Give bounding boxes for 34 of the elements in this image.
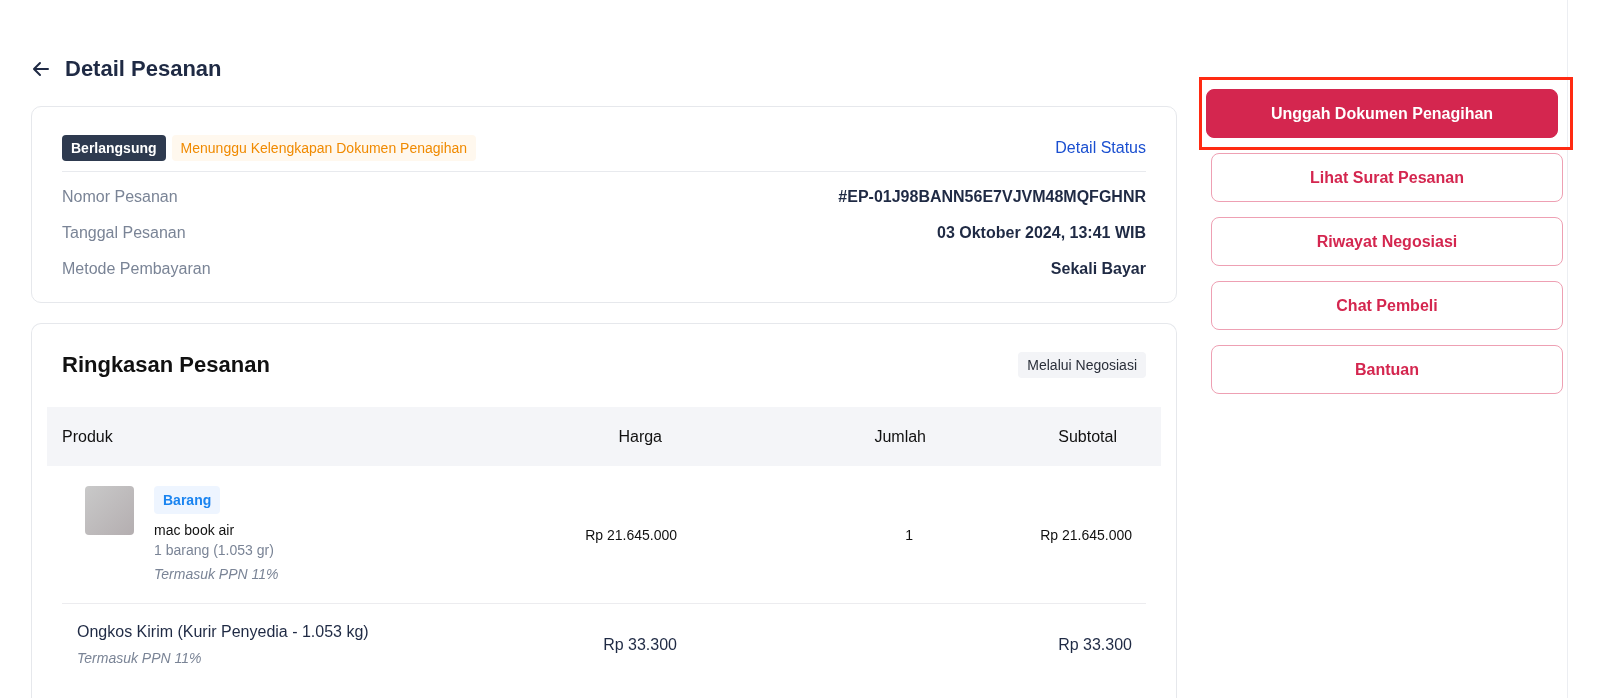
table-cell: 1	[905, 526, 913, 543]
tax-note: Termasuk PPN 11%	[77, 649, 202, 668]
column-header: Subtotal	[1057, 427, 1117, 447]
photo-placeholder	[85, 485, 134, 535]
column-header: Jumlah	[873, 427, 926, 447]
product-name: mac book air	[154, 520, 235, 540]
detail-status-link[interactable]: Detail Status	[1055, 139, 1146, 157]
table-cell: Rp 33.300	[603, 636, 677, 653]
action-button[interactable]: Lihat Surat Pesanan	[1211, 153, 1563, 202]
field-value: #EP-01J98BANN56E7VJVM48MQFGHNR	[838, 187, 1146, 207]
back-arrow-icon[interactable]	[31, 59, 51, 79]
upload-button[interactable]: Unggah Dokumen Penagihan	[1206, 89, 1558, 138]
field-label: Nomor Pesanan	[62, 187, 178, 207]
action-button[interactable]: Riwayat Negosiasi	[1211, 217, 1563, 266]
action-button[interactable]: Bantuan	[1211, 345, 1563, 394]
section-title: Ringkasan Pesanan	[62, 352, 270, 378]
field-label: Metode Pembayaran	[62, 259, 211, 279]
page-title: Detail Pesanan	[65, 56, 222, 82]
status-badge: Berlangsung	[62, 135, 166, 161]
table-cell: Rp 21.645.000	[585, 526, 677, 543]
status-note-badge: Menunggu Kelengkapan Dokumen Penagihan	[171, 135, 477, 161]
tax-note: Termasuk PPN 11%	[154, 564, 279, 584]
field-value: 03 Oktober 2024, 13:41 WIB	[937, 223, 1146, 243]
column-header: Produk	[62, 427, 114, 447]
column-header: Harga	[617, 427, 662, 447]
product-detail: 1 barang (1.053 gr)	[154, 540, 274, 560]
table-cell: Rp 21.645.000	[1040, 526, 1132, 543]
shipping-label: Ongkos Kirim (Kurir Penyedia - 1.053 kg)	[77, 622, 369, 642]
action-button[interactable]: Chat Pembeli	[1211, 281, 1563, 330]
product-type-tag: Barang	[154, 485, 221, 514]
negotiation-badge: Melalui Negosiasi	[1018, 352, 1146, 378]
field-label: Tanggal Pesanan	[62, 223, 186, 243]
field-value: Sekali Bayar	[1050, 259, 1146, 279]
table-cell: Rp 33.300	[1058, 636, 1132, 653]
